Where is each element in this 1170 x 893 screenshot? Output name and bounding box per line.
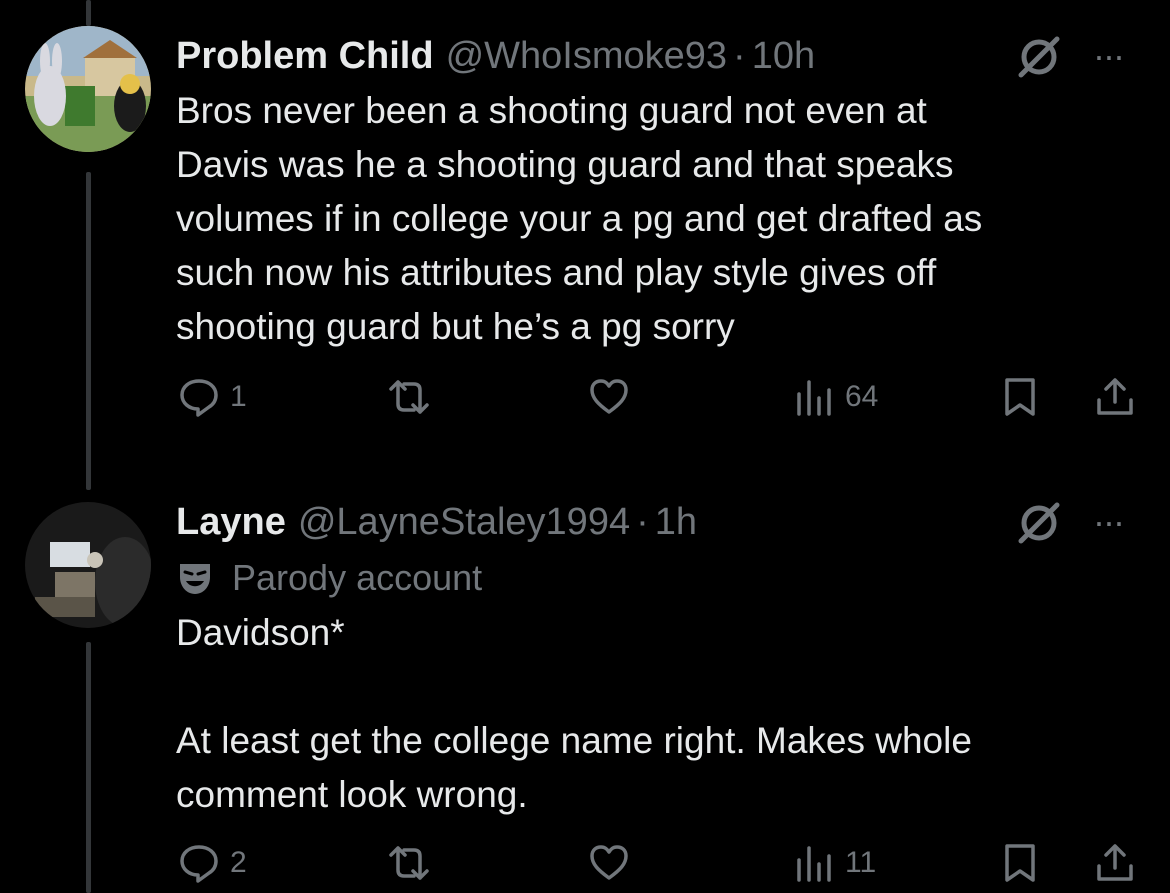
share-button[interactable] (1094, 376, 1136, 418)
views-button[interactable]: 11 (793, 842, 876, 884)
like-icon (590, 845, 628, 880)
reply-icon (180, 379, 218, 417)
thread-line-top (86, 0, 91, 26)
separator-dot: · (733, 34, 746, 77)
tweet-text: Davidson* At least get the college name … (176, 612, 972, 815)
parody-mask-icon (180, 564, 210, 594)
share-icon (1097, 378, 1133, 415)
share-button[interactable] (1094, 842, 1136, 884)
user-handle[interactable]: @WhoIsmoke93 (446, 35, 727, 78)
reply-button[interactable]: 1 (178, 376, 247, 418)
display-name[interactable]: Layne (176, 501, 286, 544)
like-button[interactable] (588, 842, 630, 884)
like-button[interactable] (588, 376, 630, 418)
parody-label: Parody account (176, 554, 482, 602)
share-icon (1097, 844, 1133, 881)
bookmark-button[interactable] (999, 376, 1041, 418)
views-count: 64 (845, 380, 879, 413)
timestamp[interactable]: 10h (752, 35, 815, 78)
tweet-text: Bros never been a shooting guard not eve… (176, 90, 983, 347)
user-handle[interactable]: @LayneStaley1994 (298, 501, 630, 544)
more-options-button[interactable]: ··· (1093, 38, 1125, 74)
separator-dot: · (636, 500, 649, 543)
bookmark-button[interactable] (999, 842, 1041, 884)
tweet-problem-child[interactable]: Problem Child @WhoIsmoke93 · 10h ··· Bro… (0, 26, 1170, 426)
avatar[interactable] (25, 26, 151, 152)
avatar[interactable] (25, 502, 151, 628)
more-options-button[interactable]: ··· (1093, 504, 1125, 540)
parody-text: Parody account (232, 557, 483, 598)
display-name[interactable]: Problem Child (176, 35, 434, 78)
reply-button[interactable]: 2 (178, 842, 247, 884)
views-button[interactable]: 64 (793, 376, 878, 418)
retweet-button[interactable] (388, 842, 430, 884)
reply-count: 1 (230, 380, 247, 413)
avatar-image (25, 26, 151, 152)
retweet-icon (389, 380, 429, 414)
bookmark-icon (1005, 844, 1035, 882)
tweet-layne[interactable]: Layne @LayneStaley1994 · 1h ··· Parody a… (0, 492, 1170, 892)
tweet-actions: 1 64 (0, 376, 1170, 426)
like-icon (590, 379, 628, 414)
views-icon (797, 380, 831, 416)
timestamp[interactable]: 1h (655, 501, 697, 544)
grok-icon[interactable] (1016, 34, 1062, 80)
reply-count: 2 (230, 846, 247, 879)
retweet-button[interactable] (388, 376, 430, 418)
reply-icon (180, 845, 218, 883)
retweet-icon (389, 846, 429, 880)
bookmark-icon (1005, 378, 1035, 416)
tweet-actions: 2 11 (0, 842, 1170, 892)
grok-icon[interactable] (1016, 500, 1062, 546)
views-icon (797, 846, 831, 882)
views-count: 11 (845, 846, 877, 879)
avatar-image (25, 502, 151, 628)
